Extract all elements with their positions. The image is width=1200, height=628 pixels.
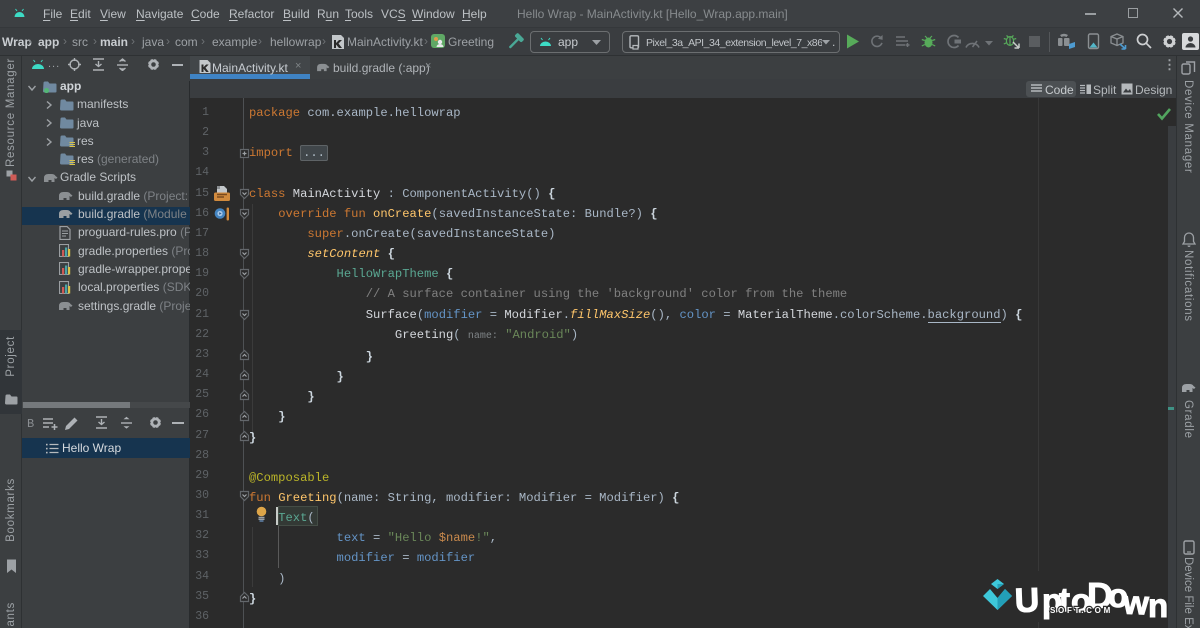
- svg-text:w: w: [1122, 584, 1150, 622]
- svg-text:SOFT.COM: SOFT.COM: [1050, 606, 1113, 615]
- svg-text:n: n: [1148, 587, 1168, 624]
- svg-text:U: U: [1014, 581, 1040, 620]
